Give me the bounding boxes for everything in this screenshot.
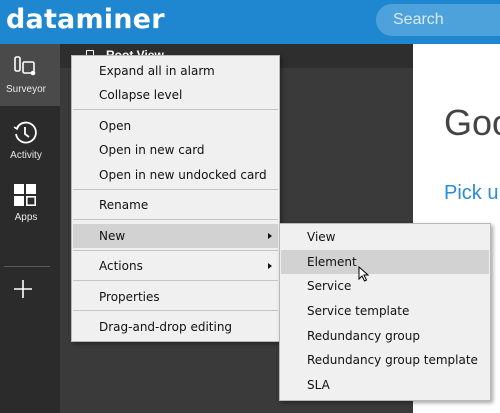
sidebar-item-surveyor[interactable]: Surveyor [0, 44, 60, 106]
menu-item-label: New [99, 229, 126, 243]
menu-item-open-in-new-card[interactable]: Open in new card [73, 138, 278, 162]
sidebar: Surveyor Activity Apps [0, 44, 60, 413]
menu-separator [73, 189, 278, 190]
submenu-item-sla[interactable]: SLA [281, 373, 489, 397]
menu-item-open-in-new-undocked-card[interactable]: Open in new undocked card [73, 163, 278, 187]
sidebar-item-label: Activity [10, 150, 42, 161]
sidebar-item-activity[interactable]: Activity [0, 110, 60, 172]
menu-separator [73, 280, 278, 281]
menu-separator [73, 250, 278, 251]
surveyor-icon [14, 56, 36, 76]
sidebar-item-label: Surveyor [5, 84, 46, 95]
submenu-item-element[interactable]: Element [281, 250, 489, 274]
menu-item-expand-all-in-alarm[interactable]: Expand all in alarm [73, 59, 278, 83]
sidebar-divider [4, 266, 50, 267]
menu-item-new[interactable]: New [73, 224, 278, 248]
new-submenu: View Element Service Service template Re… [279, 223, 491, 401]
submenu-arrow-icon [268, 233, 272, 239]
mouse-pointer-icon [358, 266, 370, 282]
sidebar-item-label: Apps [14, 212, 38, 223]
menu-item-properties[interactable]: Properties [73, 285, 278, 309]
sidebar-item-apps[interactable]: Apps [0, 172, 60, 234]
apps-grid-icon [14, 184, 36, 206]
submenu-item-service[interactable]: Service [281, 274, 489, 298]
submenu-item-service-template[interactable]: Service template [281, 299, 489, 323]
menu-item-label: Actions [99, 259, 143, 273]
menu-item-open[interactable]: Open [73, 114, 278, 138]
submenu-item-view[interactable]: View [281, 225, 489, 249]
menu-separator [73, 109, 278, 110]
submenu-item-redundancy-group[interactable]: Redundancy group [281, 324, 489, 348]
menu-item-rename[interactable]: Rename [73, 193, 278, 217]
submenu-arrow-icon [268, 263, 272, 269]
greeting-heading: Good [444, 102, 500, 143]
clock-icon [13, 121, 37, 144]
menu-item-actions[interactable]: Actions [73, 254, 278, 278]
submenu-item-redundancy-group-template[interactable]: Redundancy group template [281, 348, 489, 372]
menu-item-drag-and-drop-editing[interactable]: Drag-and-drop editing [73, 315, 278, 339]
search-box[interactable]: Search [376, 4, 500, 36]
pick-link[interactable]: Pick u [444, 182, 498, 205]
top-bar: dataminer Search [0, 0, 500, 44]
menu-separator [73, 310, 278, 311]
menu-item-collapse-level[interactable]: Collapse level [73, 83, 278, 107]
context-menu: Expand all in alarm Collapse level Open … [71, 55, 280, 342]
dataminer-logo[interactable]: dataminer [6, 4, 165, 35]
search-input[interactable]: Search [393, 11, 444, 29]
menu-separator [73, 219, 278, 220]
plus-icon[interactable] [10, 276, 36, 302]
